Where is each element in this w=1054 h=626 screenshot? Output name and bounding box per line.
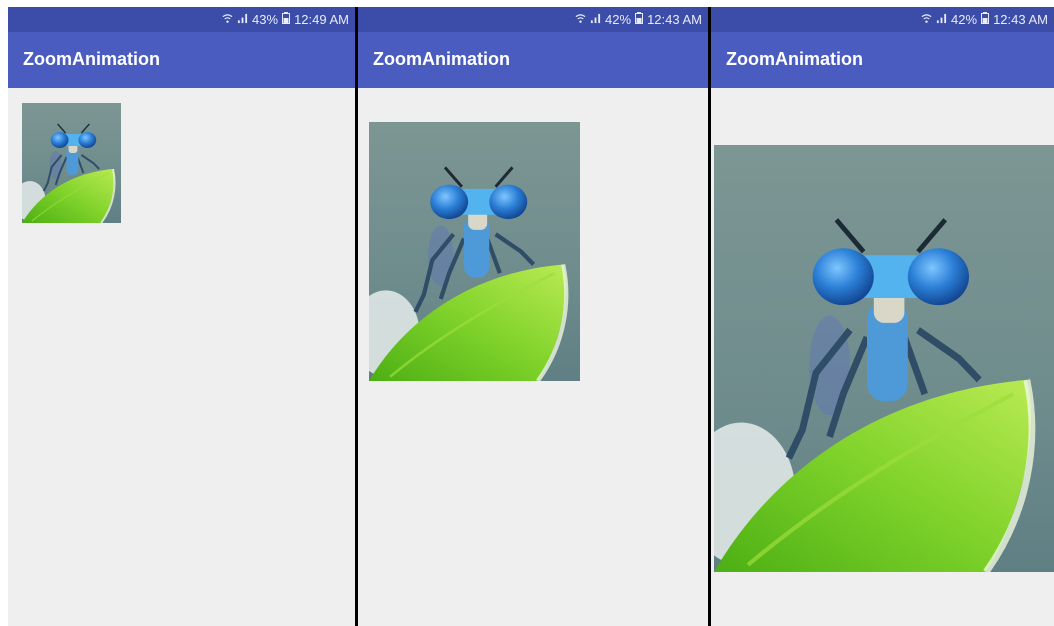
battery-percent: 43% xyxy=(252,12,279,27)
wifi-icon xyxy=(921,12,932,27)
clock: 12:49 AM xyxy=(294,12,349,27)
clock: 12:43 AM xyxy=(993,12,1048,27)
dragonfly-photo xyxy=(22,103,121,223)
content-area xyxy=(358,88,708,626)
battery-icon xyxy=(282,12,291,27)
content-area xyxy=(711,88,1054,626)
signal-icon xyxy=(936,12,947,27)
wifi-icon xyxy=(575,12,586,27)
phone-screen-3: 42% 12:43 AM ZoomAnimation xyxy=(711,7,1054,626)
app-bar: ZoomAnimation xyxy=(711,32,1054,88)
wifi-icon xyxy=(222,12,233,27)
app-bar: ZoomAnimation xyxy=(358,32,708,88)
battery-percent: 42% xyxy=(951,12,978,27)
phone-screen-2: 42% 12:43 AM ZoomAnimation xyxy=(358,7,708,626)
dragonfly-expanded-image[interactable] xyxy=(714,145,1054,572)
clock: 12:43 AM xyxy=(647,12,702,27)
app-title: ZoomAnimation xyxy=(373,49,510,69)
app-title: ZoomAnimation xyxy=(726,49,863,69)
battery-percent: 42% xyxy=(605,12,632,27)
dragonfly-photo xyxy=(369,122,580,381)
app-bar: ZoomAnimation xyxy=(8,32,355,88)
app-title: ZoomAnimation xyxy=(23,49,160,69)
dragonfly-zooming-image[interactable] xyxy=(369,122,580,381)
dragonfly-photo xyxy=(714,145,1054,572)
content-area xyxy=(8,88,355,626)
dragonfly-thumbnail[interactable] xyxy=(22,103,121,223)
status-bar: 42% 12:43 AM xyxy=(711,7,1054,32)
signal-icon xyxy=(590,12,601,27)
status-bar: 43% 12:49 AM xyxy=(8,7,355,32)
phone-screen-1: 43% 12:49 AM ZoomAnimation xyxy=(8,7,355,626)
status-bar: 42% 12:43 AM xyxy=(358,7,708,32)
battery-icon xyxy=(635,12,644,27)
battery-icon xyxy=(981,12,990,27)
signal-icon xyxy=(237,12,248,27)
